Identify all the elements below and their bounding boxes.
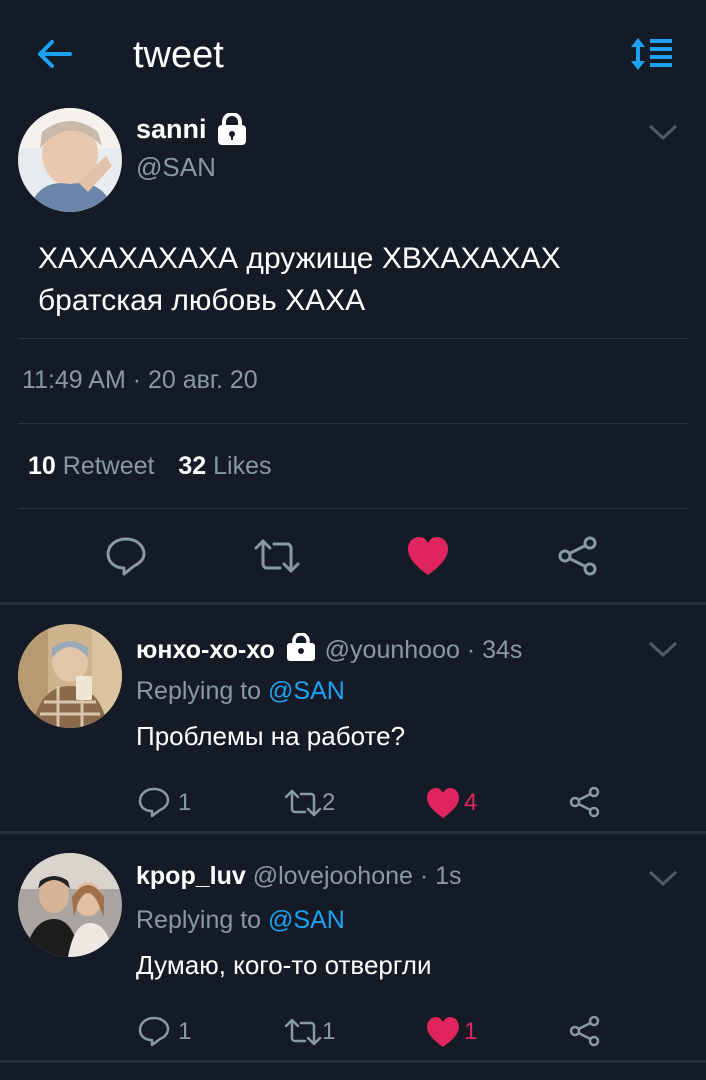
replying-to: Replying to @SAN: [136, 677, 345, 706]
page-title: tweet: [133, 34, 224, 76]
lock-icon: [286, 632, 316, 661]
author-handle[interactable]: @younhooo: [325, 636, 460, 664]
like-count: 4: [464, 789, 478, 816]
reply-icon[interactable]: [137, 1014, 171, 1048]
replying-prefix: Replying to: [136, 677, 262, 705]
avatar[interactable]: [18, 853, 122, 957]
replying-handle-link[interactable]: @SAN: [268, 677, 345, 705]
list-item[interactable]: юнхо-хо-хо @younhooo · 34s Replying to @…: [0, 605, 706, 832]
tweet-text: ХАХАХАХАХА дружище ХВХАХАХАХ братская лю…: [38, 238, 561, 322]
author-handle[interactable]: @lovejoohone: [253, 862, 413, 890]
heart-icon[interactable]: [406, 535, 450, 577]
replying-handle-link[interactable]: @SAN: [268, 906, 345, 934]
reply-header: kpop_luv @lovejoohone · 1s: [136, 862, 462, 891]
tweet-timestamp: 11:49 AM · 20 авг. 20: [22, 366, 258, 394]
retweet-count: 2: [322, 789, 336, 816]
retweet-count: 1: [322, 1018, 336, 1045]
retweet-count[interactable]: 10: [28, 452, 56, 480]
section-divider: [0, 1060, 706, 1063]
retweet-icon[interactable]: [283, 1016, 323, 1048]
sort-icon[interactable]: [630, 36, 674, 72]
reply-time: · 34s: [466, 636, 523, 664]
author-name[interactable]: sanni: [136, 114, 207, 145]
heart-icon[interactable]: [426, 787, 460, 819]
share-icon[interactable]: [556, 534, 600, 578]
tweet-text-line: ХАХАХАХАХА дружище ХВХАХАХАХ: [38, 242, 561, 275]
reply-count: 1: [178, 789, 192, 816]
chevron-down-icon[interactable]: [646, 866, 680, 890]
retweet-icon[interactable]: [283, 787, 323, 819]
likes-count[interactable]: 32: [178, 452, 206, 480]
divider: [18, 338, 688, 339]
likes-label[interactable]: Likes: [213, 452, 271, 480]
replying-to: Replying to @SAN: [136, 906, 345, 935]
chevron-down-icon[interactable]: [646, 120, 680, 144]
lock-icon: [216, 112, 248, 145]
top-bar: tweet: [0, 0, 706, 108]
retweet-label[interactable]: Retweet: [63, 452, 155, 480]
heart-icon[interactable]: [426, 1016, 460, 1048]
tweet-text-line: братская любовь ХАХА: [38, 284, 366, 317]
reply-icon[interactable]: [137, 785, 171, 819]
back-arrow-icon[interactable]: [34, 36, 74, 72]
author-handle[interactable]: @SAN: [136, 152, 216, 183]
reply-icon[interactable]: [104, 534, 148, 578]
retweet-icon[interactable]: [252, 536, 302, 576]
tweet-stats: 10 Retweet 32 Likes: [28, 452, 272, 481]
list-item[interactable]: kpop_luv @lovejoohone · 1s Replying to @…: [0, 834, 706, 1061]
avatar[interactable]: [18, 108, 122, 212]
reply-time: · 1s: [419, 862, 462, 890]
reply-text: Проблемы на работе?: [136, 721, 406, 751]
divider: [18, 508, 688, 509]
reply-header: юнхо-хо-хо @younhooo · 34s: [136, 632, 523, 665]
like-count: 1: [464, 1018, 478, 1045]
divider: [18, 423, 688, 424]
author-name[interactable]: kpop_luv: [136, 862, 246, 890]
reply-text: Думаю, кого-то отвергли: [136, 950, 432, 980]
replying-prefix: Replying to: [136, 906, 262, 934]
share-icon[interactable]: [568, 785, 602, 819]
avatar[interactable]: [18, 624, 122, 728]
chevron-down-icon[interactable]: [646, 637, 680, 661]
reply-count: 1: [178, 1018, 192, 1045]
author-name[interactable]: юнхо-хо-хо: [136, 636, 275, 664]
share-icon[interactable]: [568, 1014, 602, 1048]
